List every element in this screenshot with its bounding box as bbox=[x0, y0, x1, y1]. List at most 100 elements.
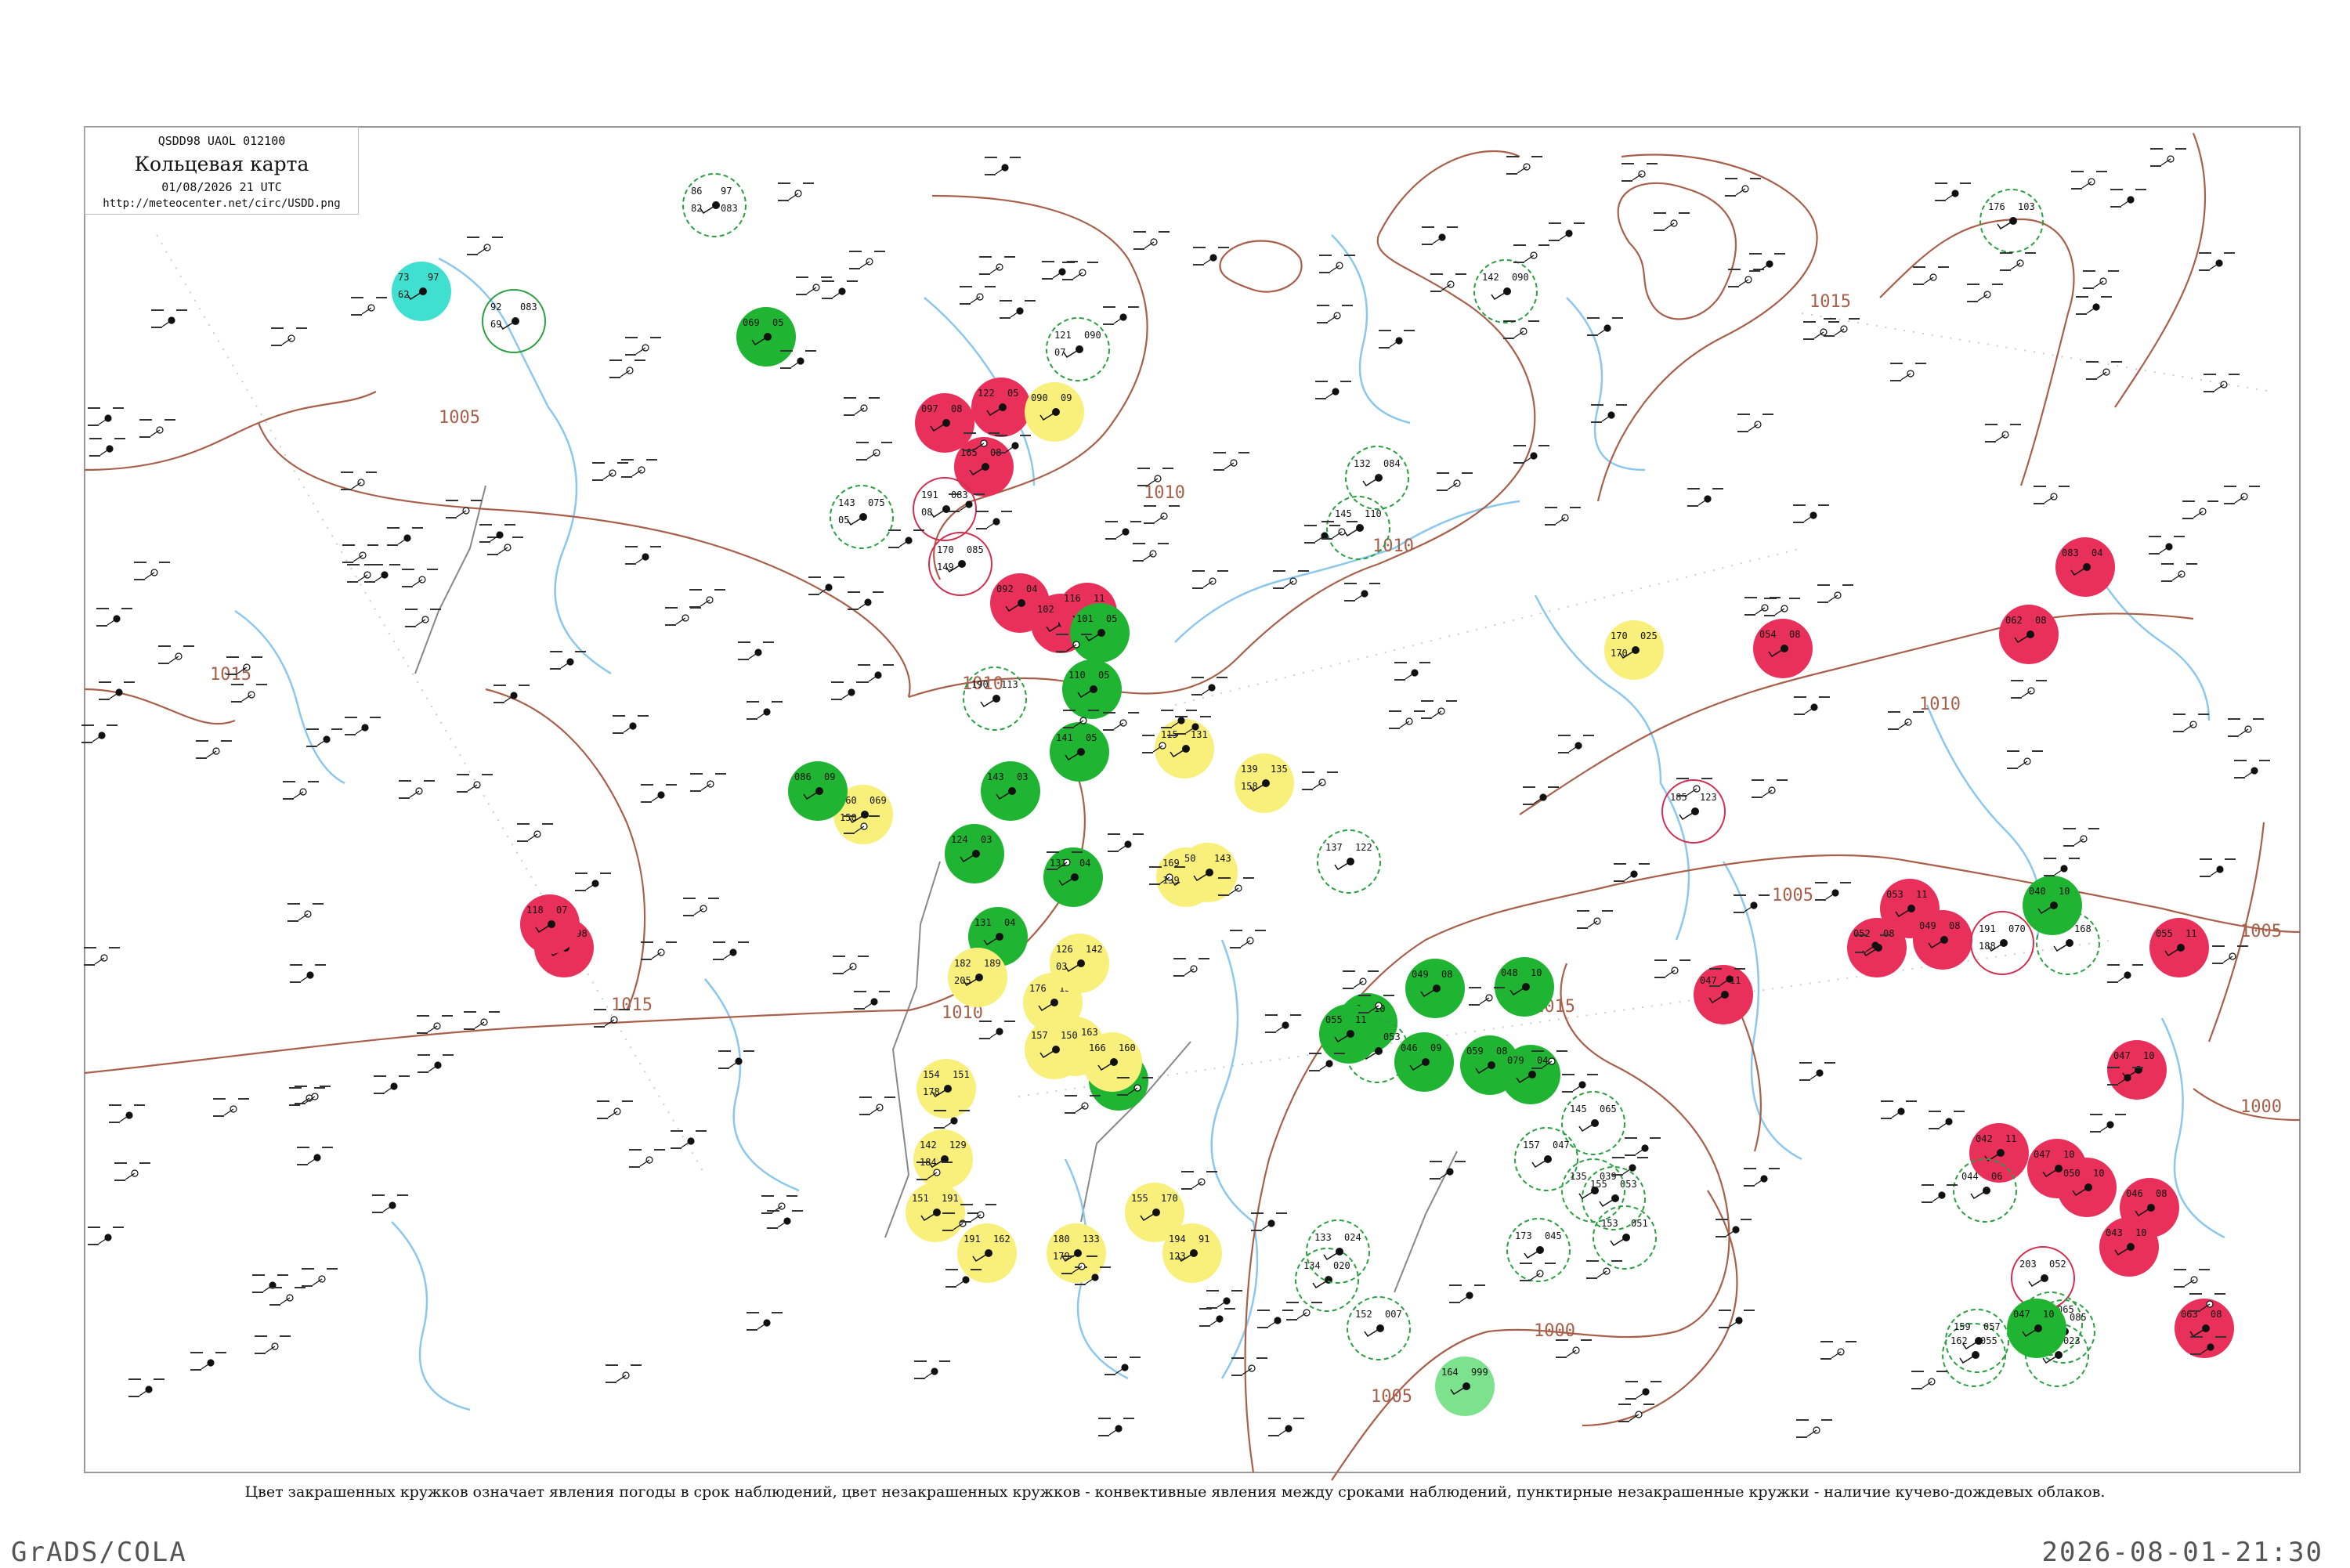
value-mark bbox=[1309, 1070, 1320, 1071]
value-mark bbox=[1820, 1341, 1833, 1342]
value-mark bbox=[1100, 1266, 1111, 1268]
value-mark bbox=[718, 1068, 729, 1069]
value-mark bbox=[613, 732, 624, 734]
value-mark bbox=[2224, 486, 2236, 487]
value-mark bbox=[772, 1312, 783, 1313]
value-mark bbox=[443, 1054, 454, 1056]
value-mark bbox=[1734, 968, 1745, 970]
station-value: 07 bbox=[556, 905, 567, 916]
value-mark bbox=[985, 157, 997, 158]
value-mark bbox=[158, 645, 171, 647]
value-mark bbox=[2173, 714, 2186, 715]
value-mark bbox=[2132, 964, 2143, 966]
value-mark bbox=[1749, 253, 1762, 255]
value-mark bbox=[2234, 777, 2245, 779]
station-value: 05 bbox=[772, 317, 783, 328]
station-value: 052 bbox=[2049, 1259, 2066, 1270]
value-mark bbox=[2011, 680, 2023, 681]
station-dot bbox=[2083, 563, 2091, 571]
station-value: 50 bbox=[1184, 853, 1195, 864]
value-mark bbox=[151, 309, 164, 311]
value-mark bbox=[2032, 750, 2043, 752]
value-mark bbox=[467, 254, 478, 255]
value-mark bbox=[985, 286, 996, 287]
value-mark bbox=[606, 1382, 616, 1383]
station-value: 191 bbox=[964, 1234, 981, 1245]
value-mark bbox=[575, 890, 586, 891]
value-mark bbox=[654, 1149, 665, 1151]
value-mark bbox=[1549, 222, 1561, 224]
station-dot bbox=[1433, 985, 1441, 992]
value-mark bbox=[1421, 700, 1434, 702]
value-mark bbox=[1929, 1111, 1941, 1112]
station-dot bbox=[1591, 1119, 1599, 1127]
station-dot bbox=[1356, 524, 1364, 532]
value-mark bbox=[1218, 877, 1231, 879]
isobar-label: 1005 bbox=[2240, 922, 2282, 941]
value-mark bbox=[1047, 869, 1058, 870]
value-mark bbox=[1549, 240, 1560, 241]
value-mark bbox=[88, 1244, 99, 1245]
value-mark bbox=[1062, 279, 1073, 280]
value-mark bbox=[1161, 710, 1173, 711]
value-mark bbox=[1562, 1074, 1574, 1075]
value-mark bbox=[1815, 882, 1828, 883]
station-dot bbox=[1152, 1209, 1160, 1216]
station-value: 10 bbox=[2063, 1149, 2074, 1160]
value-mark bbox=[1545, 507, 1557, 508]
station-value: 08 bbox=[2156, 1188, 2167, 1199]
station-value: 070 bbox=[2008, 923, 2026, 934]
station-plot: 73 97 62 bbox=[392, 262, 451, 321]
station-value: 159 bbox=[1954, 1321, 1971, 1332]
value-mark bbox=[2071, 171, 2084, 172]
station-value: 057 bbox=[1983, 1321, 2001, 1332]
value-mark bbox=[2101, 296, 2112, 298]
value-mark bbox=[252, 1274, 265, 1276]
value-mark bbox=[464, 1011, 476, 1013]
value-mark bbox=[402, 569, 414, 570]
isobar-label: 1005 bbox=[1371, 1387, 1412, 1407]
station-dot bbox=[2009, 217, 2017, 225]
value-mark bbox=[1602, 910, 1613, 912]
value-mark bbox=[1545, 1263, 1556, 1264]
value-mark bbox=[592, 479, 603, 481]
value-mark bbox=[1340, 381, 1351, 382]
value-mark bbox=[139, 419, 152, 421]
value-mark bbox=[99, 681, 111, 683]
value-mark bbox=[1622, 163, 1634, 164]
station-plot: 049 08 bbox=[1405, 959, 1465, 1018]
value-mark bbox=[1637, 1157, 1648, 1158]
station-dot bbox=[859, 513, 867, 521]
value-mark bbox=[1556, 1357, 1567, 1358]
value-mark bbox=[2083, 270, 2095, 272]
value-mark bbox=[847, 280, 858, 282]
station-dot bbox=[2202, 1324, 2210, 1332]
value-mark bbox=[1531, 1068, 1542, 1069]
value-mark bbox=[1056, 634, 1068, 635]
value-mark bbox=[979, 1038, 990, 1039]
value-mark bbox=[1213, 469, 1224, 471]
station-value: 047 bbox=[2013, 1309, 2030, 1320]
value-mark bbox=[1251, 1230, 1262, 1231]
value-mark bbox=[1769, 1168, 1780, 1169]
value-mark bbox=[306, 728, 319, 730]
value-mark bbox=[1290, 1014, 1301, 1016]
value-mark bbox=[848, 609, 859, 610]
station-value: 135 bbox=[1570, 1171, 1587, 1182]
station-value: 10 bbox=[2043, 1309, 2054, 1320]
value-mark bbox=[2253, 718, 2264, 720]
value-mark bbox=[1181, 1188, 1192, 1190]
value-mark bbox=[2182, 518, 2193, 519]
station-value: 131 bbox=[1191, 729, 1208, 740]
value-mark bbox=[345, 717, 357, 718]
value-mark bbox=[650, 337, 661, 338]
value-mark bbox=[1175, 716, 1188, 717]
station-dot bbox=[2034, 1324, 2042, 1332]
value-mark bbox=[1793, 522, 1804, 523]
station-value: 191 bbox=[921, 490, 938, 500]
value-mark bbox=[985, 174, 996, 175]
value-mark bbox=[833, 973, 844, 974]
value-mark bbox=[708, 898, 719, 899]
value-mark bbox=[1304, 542, 1315, 544]
station-value: 123 bbox=[1169, 1251, 1186, 1262]
